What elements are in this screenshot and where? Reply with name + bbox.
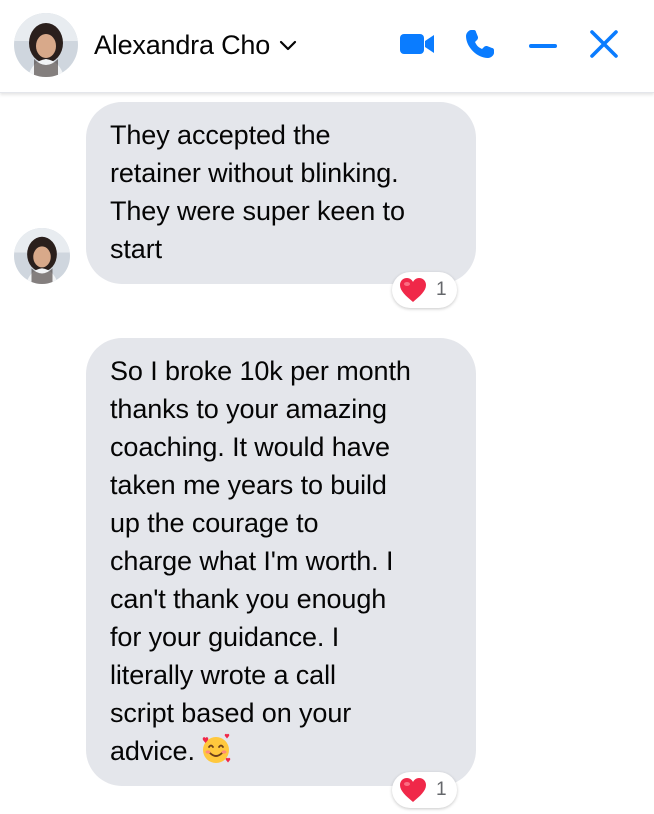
message-line: coaching. It would have bbox=[110, 432, 390, 462]
contact-avatar[interactable] bbox=[14, 13, 78, 77]
message-line: They were super keen to bbox=[110, 196, 405, 226]
message-line: script based on your bbox=[110, 698, 352, 728]
message-line: thanks to your amazing bbox=[110, 394, 387, 424]
message-text: advice. bbox=[110, 736, 195, 766]
message-line: up the courage to bbox=[110, 508, 319, 538]
smiling-face-with-hearts-icon bbox=[199, 732, 233, 766]
chat-header: Alexandra Cho bbox=[0, 0, 654, 93]
message-line: They accepted the bbox=[110, 120, 331, 150]
reaction-badge[interactable]: 1 bbox=[392, 272, 457, 308]
phone-icon bbox=[463, 27, 497, 66]
message-line: can't thank you enough bbox=[110, 584, 387, 614]
contact-name-button[interactable]: Alexandra Cho bbox=[94, 30, 298, 61]
heart-icon bbox=[398, 776, 428, 804]
chevron-down-icon bbox=[278, 39, 298, 53]
contact-name: Alexandra Cho bbox=[94, 30, 271, 60]
message-bubble[interactable]: They accepted the retainer without blink… bbox=[86, 102, 476, 284]
message-line: retainer without blinking. bbox=[110, 158, 399, 188]
reaction-count: 1 bbox=[436, 279, 447, 300]
message-bubble[interactable]: So I broke 10k per month thanks to your … bbox=[86, 338, 476, 786]
reaction-count: 1 bbox=[436, 779, 447, 800]
message-line: literally wrote a call bbox=[110, 660, 336, 690]
message-line: for your guidance. I bbox=[110, 622, 340, 652]
reaction-badge[interactable]: 1 bbox=[392, 772, 457, 808]
message-line: taken me years to build bbox=[110, 470, 387, 500]
sender-avatar[interactable] bbox=[14, 228, 70, 284]
minimize-icon bbox=[527, 37, 559, 55]
chat-window: Alexandra Cho They accepted the retainer… bbox=[0, 0, 654, 814]
video-call-button[interactable] bbox=[397, 26, 437, 66]
message-line-last: advice. bbox=[110, 732, 454, 770]
message-line: start bbox=[110, 234, 163, 264]
heart-icon bbox=[398, 276, 428, 304]
message-line: So I broke 10k per month bbox=[110, 356, 411, 386]
video-camera-icon bbox=[398, 30, 436, 63]
close-icon bbox=[588, 28, 620, 65]
close-button[interactable] bbox=[584, 26, 624, 66]
minimize-button[interactable] bbox=[523, 26, 563, 66]
message-line: charge what I'm worth. I bbox=[110, 546, 394, 576]
voice-call-button[interactable] bbox=[460, 26, 500, 66]
